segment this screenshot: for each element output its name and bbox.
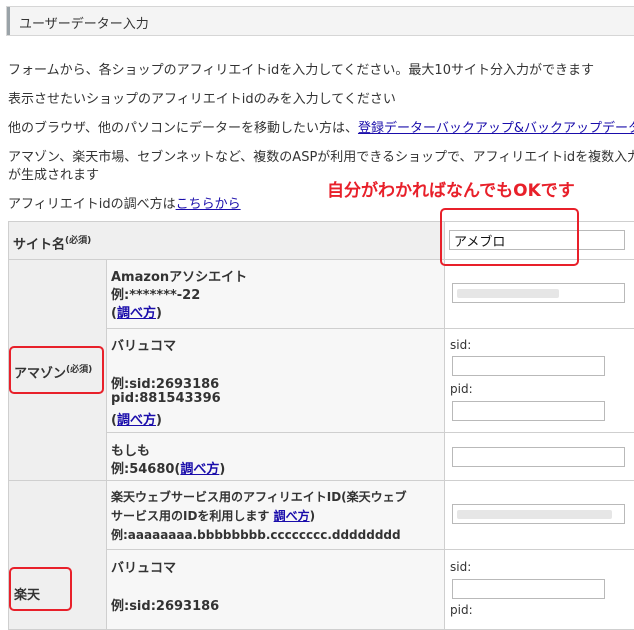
amazon-vc-sid-label: sid:	[450, 338, 471, 352]
amazon-vc-title: バリュコマ	[111, 335, 176, 354]
associate-howto: (調べ方)	[111, 302, 162, 321]
intro-line-3: 他のブラウザ、他のパソコンにデーターを移動したい方は、登録データーバックアップ&…	[8, 117, 634, 136]
amazon-vc-pid-example: pid:881543396	[111, 391, 221, 406]
associate-input[interactable]	[452, 283, 625, 303]
amazon-vc-howto-link[interactable]: 調べ方	[117, 413, 156, 428]
rakuten-ws-title-2: サービス用のIDを利用します 調べ方)	[111, 507, 315, 524]
header-accent	[7, 7, 10, 35]
amazon-vc-pid-label: pid:	[450, 382, 473, 396]
rakuten-ws-close: )	[310, 509, 315, 523]
moshimo-howto-link[interactable]: 調べ方	[180, 462, 219, 477]
howto-link[interactable]: こちらから	[176, 197, 241, 212]
annotation-text: 自分がわかればなんでもOKです	[327, 176, 575, 201]
rakuten-vc-pid-label: pid:	[450, 603, 473, 617]
moshimo-title: もしも	[111, 440, 150, 459]
site-name-label: サイト名(必須)	[13, 233, 91, 252]
highlight-rakuten	[9, 567, 72, 611]
rakuten-ws-howto-link[interactable]: 調べ方	[274, 509, 310, 523]
associate-example: 例:*******-22	[111, 284, 200, 303]
amazon-vc-pid-input[interactable]	[452, 401, 605, 421]
howto-text: アフィリエイトidの調べ方は	[8, 197, 176, 212]
intro-line-5: が生成されます	[8, 164, 99, 183]
section-title: ユーザーデーター入力	[19, 13, 149, 32]
highlight-site-name	[440, 208, 579, 266]
rakuten-vc-sid-example: 例:sid:2693186	[111, 595, 219, 614]
highlight-amazon	[9, 346, 104, 394]
rakuten-ws-title-2-text: サービス用のIDを利用します	[111, 509, 274, 523]
rakuten-ws-example: 例:aaaaaaaa.bbbbbbbb.cccccccc.dddddddd	[111, 526, 401, 543]
intro-line-2: 表示させたいショップのアフィリエイトidのみを入力してください	[8, 88, 396, 107]
amazon-vc-howto: (調べ方)	[111, 409, 162, 428]
rakuten-vc-title: バリュコマ	[111, 557, 176, 576]
intro-line-6: アフィリエイトidの調べ方はこちらから	[8, 193, 241, 212]
intro-line-3-text: 他のブラウザ、他のパソコンにデーターを移動したい方は、	[8, 121, 358, 136]
moshimo-close: )	[219, 462, 225, 477]
backup-link[interactable]: 登録データーバックアップ&バックアップデータ	[358, 121, 634, 136]
intro-line-4: アマゾン、楽天市場、セブンネットなど、複数のASPが利用できるショップで、アフィ…	[8, 146, 634, 165]
moshimo-example-text: 例:54680(	[111, 462, 180, 477]
intro-line-1: フォームから、各ショップのアフィリエイトidを入力してください。最大10サイト分…	[8, 59, 594, 78]
blurred-value	[457, 289, 559, 298]
associate-howto-link[interactable]: 調べ方	[117, 306, 156, 321]
moshimo-example: 例:54680(調べ方)	[111, 458, 225, 477]
site-name-required: (必須)	[65, 236, 91, 246]
amazon-vc-sid-example: 例:sid:2693186	[111, 373, 219, 392]
rakuten-vc-sid-input[interactable]	[452, 579, 605, 599]
section-header: ユーザーデーター入力	[6, 6, 634, 36]
site-name-text: サイト名	[13, 237, 65, 252]
amazon-vc-sid-input[interactable]	[452, 356, 605, 376]
rakuten-ws-input[interactable]	[452, 504, 625, 524]
associate-title: Amazonアソシエイト	[111, 266, 247, 285]
rakuten-ws-title-1: 楽天ウェブサービス用のアフィリエイトID(楽天ウェブ	[111, 488, 407, 505]
rakuten-vc-sid-label: sid:	[450, 560, 471, 574]
moshimo-input[interactable]	[452, 447, 625, 467]
blurred-value	[457, 510, 612, 519]
